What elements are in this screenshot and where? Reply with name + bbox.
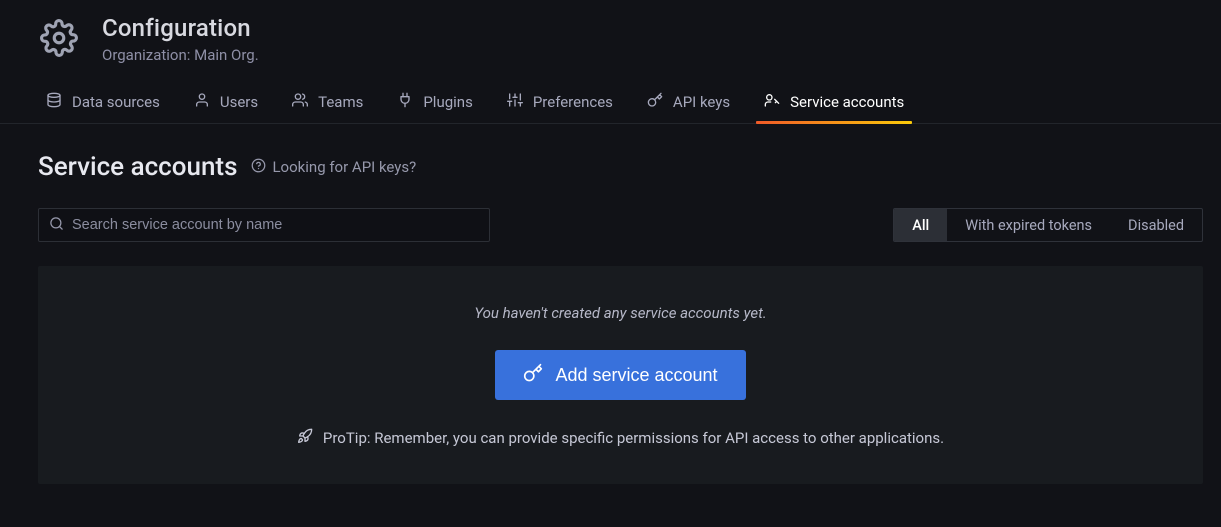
search-input[interactable]	[72, 217, 479, 233]
tab-bar: Data sources Users Teams Plugins Prefere…	[0, 64, 1221, 124]
filter-disabled[interactable]: Disabled	[1110, 209, 1202, 241]
search-icon	[49, 216, 64, 235]
key-user-icon	[764, 92, 780, 112]
protip-text: ProTip: Remember, you can provide specif…	[323, 429, 944, 447]
tab-service-accounts[interactable]: Service accounts	[764, 90, 904, 123]
plug-icon	[397, 92, 413, 112]
filter-expired[interactable]: With expired tokens	[947, 209, 1110, 241]
filter-all[interactable]: All	[894, 209, 947, 241]
protip: ProTip: Remember, you can provide specif…	[297, 428, 944, 448]
tab-label: Teams	[318, 93, 363, 111]
tab-label: Service accounts	[790, 93, 904, 111]
tab-users[interactable]: Users	[194, 90, 258, 123]
key-icon	[523, 363, 543, 388]
key-icon	[647, 92, 663, 112]
tab-data-sources[interactable]: Data sources	[46, 90, 160, 123]
content-area: Service accounts Looking for API keys? A…	[0, 124, 1221, 484]
tab-label: Preferences	[533, 93, 613, 111]
search-container[interactable]	[38, 208, 490, 242]
tab-teams[interactable]: Teams	[292, 90, 363, 123]
rocket-icon	[297, 428, 313, 448]
tab-preferences[interactable]: Preferences	[507, 90, 613, 123]
gear-icon	[38, 14, 80, 56]
question-circle-icon	[251, 158, 266, 177]
database-icon	[46, 92, 62, 112]
tab-label: Data sources	[72, 93, 160, 111]
tab-plugins[interactable]: Plugins	[397, 90, 472, 123]
help-link-api-keys[interactable]: Looking for API keys?	[251, 158, 416, 177]
page-title: Configuration	[102, 14, 259, 42]
button-label: Add service account	[555, 365, 717, 386]
user-icon	[194, 92, 210, 112]
add-service-account-button[interactable]: Add service account	[495, 350, 745, 400]
tab-label: Users	[220, 93, 258, 111]
tab-api-keys[interactable]: API keys	[647, 90, 730, 123]
tab-label: API keys	[673, 93, 730, 111]
tab-label: Plugins	[423, 93, 472, 111]
sliders-icon	[507, 92, 523, 112]
empty-state-panel: You haven't created any service accounts…	[38, 266, 1203, 484]
page-subtitle: Organization: Main Org.	[102, 46, 259, 64]
help-link-label: Looking for API keys?	[272, 158, 416, 176]
empty-state-message: You haven't created any service accounts…	[474, 304, 766, 322]
page-header: Configuration Organization: Main Org.	[0, 0, 1221, 64]
section-title: Service accounts	[38, 152, 237, 182]
users-icon	[292, 92, 308, 112]
filter-group: All With expired tokens Disabled	[893, 208, 1203, 242]
